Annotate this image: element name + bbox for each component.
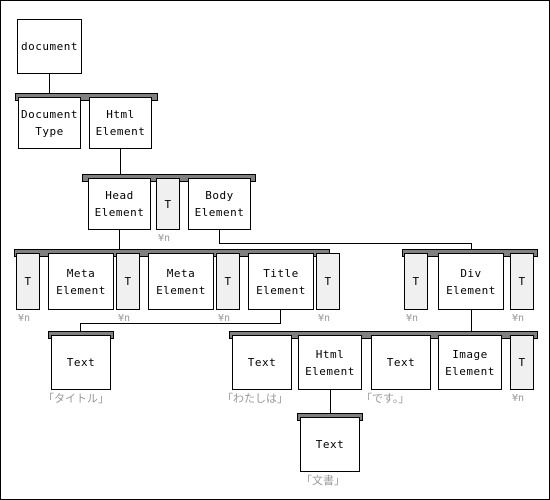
- connector-title-across: [80, 323, 281, 324]
- node-text-bunsho-label: Text: [315, 438, 345, 451]
- caption-text-body-2: ¥n: [512, 313, 525, 324]
- node-text-head-body-label: T: [164, 197, 172, 211]
- node-html-element-inner-label1: Html: [315, 347, 345, 361]
- node-title-element-label2: Element: [256, 283, 306, 297]
- node-document[interactable]: document: [17, 19, 82, 74]
- node-text-div-1-label: T: [518, 356, 526, 369]
- node-meta-element-1-label2: Element: [56, 283, 106, 297]
- node-html-element-label1: Html: [106, 108, 135, 121]
- node-meta-element-2-label1: Meta: [166, 266, 196, 280]
- node-div-element-label2: Element: [446, 283, 496, 297]
- node-meta-element-1[interactable]: Meta Element: [48, 253, 114, 310]
- node-text-head-1[interactable]: T: [16, 253, 40, 310]
- node-div-element[interactable]: Div Element: [438, 253, 504, 310]
- node-image-element[interactable]: Image Element: [438, 335, 502, 390]
- node-head-element-label1: Head: [105, 189, 134, 202]
- connector-head-to-row4: [119, 230, 120, 249]
- node-div-element-label1: Div: [460, 266, 482, 280]
- node-image-element-label2: Element: [445, 364, 495, 378]
- node-html-element-label2: Element: [95, 125, 146, 138]
- node-text-bunsho[interactable]: Text: [300, 417, 360, 472]
- node-title-element-label1: Title: [263, 266, 299, 280]
- node-meta-element-2[interactable]: Meta Element: [148, 253, 214, 310]
- node-body-element-label2: Element: [194, 206, 245, 219]
- caption-text-head-4: ¥n: [318, 313, 331, 324]
- caption-text-head-body: ¥n: [158, 233, 171, 244]
- caption-text-head-2: ¥n: [118, 313, 131, 324]
- node-document-label: document: [21, 40, 78, 53]
- dom-tree-diagram: document Document Type Html Element Head…: [0, 0, 550, 500]
- node-text-head-3[interactable]: T: [216, 253, 240, 310]
- node-text-head-2[interactable]: T: [116, 253, 140, 310]
- node-html-element-inner-label2: Element: [305, 364, 355, 378]
- caption-text-head-1: ¥n: [18, 313, 31, 324]
- node-text-head-2-label: T: [124, 275, 132, 288]
- caption-text-desu: 「です。」: [361, 392, 410, 405]
- caption-text-title: 「タイトル」: [43, 392, 109, 405]
- node-text-body-1[interactable]: T: [404, 253, 428, 310]
- node-text-head-4[interactable]: T: [316, 253, 340, 310]
- node-text-desu[interactable]: Text: [371, 335, 431, 390]
- node-body-element[interactable]: Body Element: [188, 178, 251, 230]
- node-text-head-3-label: T: [224, 275, 232, 288]
- node-html-element-inner[interactable]: Html Element: [298, 335, 362, 390]
- node-text-head-body[interactable]: T: [156, 178, 180, 230]
- node-head-element-label2: Element: [94, 206, 145, 219]
- connector-body-across: [219, 243, 472, 244]
- connector-title-down: [280, 310, 281, 324]
- node-title-element[interactable]: Title Element: [248, 253, 314, 310]
- node-text-body-2-label: T: [518, 275, 526, 288]
- node-image-element-label1: Image: [452, 347, 488, 361]
- connector-html-to-row3: [120, 149, 121, 174]
- node-text-title[interactable]: Text: [51, 335, 111, 390]
- node-text-watashi[interactable]: Text: [232, 335, 292, 390]
- caption-text-watashi: 「わたしは」: [222, 392, 288, 405]
- node-text-desu-label: Text: [386, 356, 416, 369]
- node-document-type-label2: Type: [35, 125, 64, 138]
- node-text-watashi-label: Text: [247, 356, 277, 369]
- node-text-body-2[interactable]: T: [510, 253, 534, 310]
- node-meta-element-2-label2: Element: [156, 283, 206, 297]
- caption-text-body-1: ¥n: [406, 313, 419, 324]
- node-meta-element-1-label1: Meta: [66, 266, 96, 280]
- connector-htmlinner-to-text: [330, 390, 331, 413]
- connector-body-down: [219, 230, 220, 244]
- node-text-head-4-label: T: [324, 275, 332, 288]
- node-document-type-label1: Document: [21, 108, 78, 121]
- node-document-type[interactable]: Document Type: [18, 97, 81, 149]
- caption-text-bunsho: 「文書」: [301, 474, 345, 487]
- node-html-element[interactable]: Html Element: [89, 97, 152, 149]
- node-text-head-1-label: T: [24, 275, 32, 288]
- node-head-element[interactable]: Head Element: [88, 178, 151, 230]
- connector-div-to-row6: [471, 310, 472, 332]
- node-text-title-label: Text: [66, 356, 96, 369]
- node-text-div-1[interactable]: T: [510, 335, 534, 390]
- caption-text-div-1: ¥n: [512, 393, 525, 404]
- node-text-body-1-label: T: [412, 275, 420, 288]
- node-body-element-label1: Body: [205, 189, 234, 202]
- caption-text-head-3: ¥n: [218, 313, 231, 324]
